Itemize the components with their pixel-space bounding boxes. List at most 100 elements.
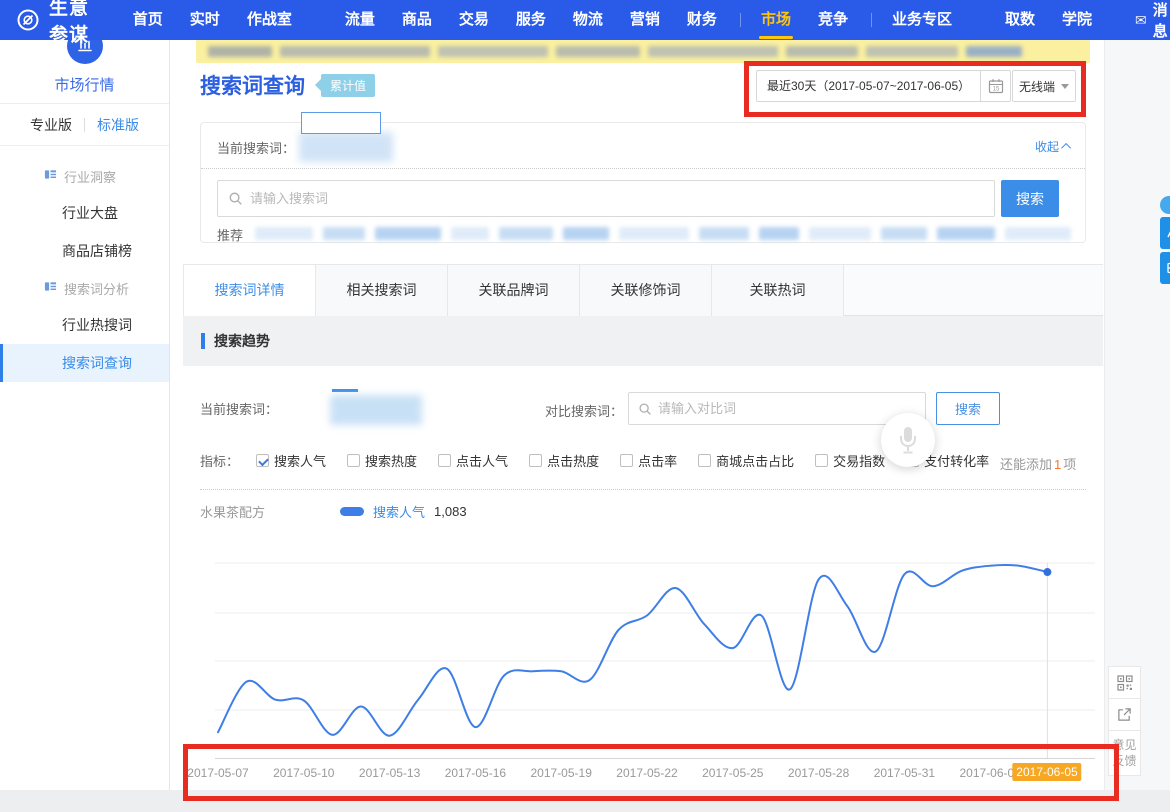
metric-checkbox-item[interactable]: 点击人气 bbox=[438, 451, 508, 470]
blurred-recommend-word[interactable] bbox=[255, 227, 313, 240]
tab[interactable]: 相关搜索词 bbox=[316, 265, 448, 317]
blurred-recommend-word[interactable] bbox=[375, 227, 441, 240]
nav-item[interactable]: 实时 bbox=[190, 0, 220, 40]
metric-checkbox-item[interactable]: 商城点击占比 bbox=[698, 451, 794, 470]
nav-divider bbox=[871, 13, 872, 27]
chart-legend: 水果茶配方 搜索人气 1,083 bbox=[200, 500, 467, 522]
search-button[interactable]: 搜索 bbox=[1001, 180, 1059, 217]
checkbox-icon[interactable] bbox=[529, 454, 542, 467]
trend-chart[interactable] bbox=[215, 548, 1095, 760]
blurred-recommend-word[interactable] bbox=[699, 227, 749, 240]
blurred-text bbox=[786, 46, 858, 57]
share-button[interactable] bbox=[1109, 699, 1140, 731]
metrics-label: 指标： bbox=[200, 451, 239, 470]
promo-widget-icon[interactable] bbox=[1160, 217, 1170, 249]
sidebar-item[interactable]: 行业热搜词 bbox=[0, 306, 169, 344]
axis-tick-label: 2017-05-22 bbox=[616, 766, 677, 780]
terminal-dropdown[interactable]: 无线端 bbox=[1012, 70, 1076, 102]
blurred-recommend-word[interactable] bbox=[563, 227, 609, 240]
metric-checkbox-item[interactable]: 交易指数 bbox=[815, 451, 885, 470]
sidebar-item[interactable]: 搜索词查询 bbox=[0, 344, 169, 382]
metric-checkbox-item[interactable]: 搜索人气 bbox=[256, 451, 326, 470]
checkbox-icon[interactable] bbox=[815, 454, 828, 467]
tab[interactable]: 关联修饰词 bbox=[580, 265, 712, 317]
sidebar-item[interactable]: 行业大盘 bbox=[0, 194, 169, 232]
date-range-selector[interactable]: 最近30天（2017-05-07~2017-06-05） 15 bbox=[756, 70, 1011, 102]
nav-item[interactable]: 业务专区 bbox=[892, 0, 952, 40]
blurred-text bbox=[438, 46, 548, 57]
nav-item[interactable]: 服务 bbox=[516, 0, 546, 40]
legend-series-marker[interactable] bbox=[340, 507, 364, 516]
metric-checkbox-item[interactable]: 点击率 bbox=[620, 451, 677, 470]
checkbox-icon[interactable] bbox=[698, 454, 711, 467]
nav-item[interactable]: 交易 bbox=[459, 0, 489, 40]
sidebar-item[interactable]: 商品店铺榜 bbox=[0, 232, 169, 270]
qrcode-button[interactable] bbox=[1109, 667, 1140, 699]
notice-banner[interactable] bbox=[196, 40, 1090, 63]
blurred-recommend-word[interactable] bbox=[881, 227, 927, 240]
search-input-wrap bbox=[217, 180, 995, 217]
nav-item[interactable]: 商品 bbox=[402, 0, 432, 40]
nav-message[interactable]: ✉ 消息 bbox=[1135, 0, 1170, 41]
blurred-recommend-word[interactable] bbox=[451, 227, 489, 240]
nav-item[interactable]: 物流 bbox=[573, 0, 603, 40]
recommend-words-blurred[interactable] bbox=[255, 227, 1081, 243]
metric-label: 点击热度 bbox=[547, 451, 599, 470]
checkbox-icon[interactable] bbox=[347, 454, 360, 467]
compare-input[interactable] bbox=[658, 401, 916, 416]
compare-search-button[interactable]: 搜索 bbox=[936, 392, 1000, 425]
sidebar-group-text: 搜索词分析 bbox=[64, 279, 129, 298]
nav-item[interactable]: 流量 bbox=[345, 0, 375, 40]
nav-item[interactable]: 竞争 bbox=[818, 0, 848, 40]
blurred-recommend-word[interactable] bbox=[499, 227, 553, 240]
collapse-toggle[interactable]: 收起 bbox=[1035, 138, 1071, 155]
nav-item[interactable]: 取数 bbox=[1005, 0, 1035, 40]
tab[interactable]: 关联热词 bbox=[712, 265, 844, 317]
last-point-marker[interactable] bbox=[1043, 568, 1051, 576]
blurred-recommend-word[interactable] bbox=[759, 227, 799, 240]
collapse-label: 收起 bbox=[1035, 138, 1059, 155]
microphone-fab[interactable] bbox=[881, 413, 935, 467]
nav-item[interactable]: 作战室 bbox=[247, 0, 292, 40]
promo-widget-icon[interactable] bbox=[1160, 252, 1170, 284]
calendar-icon[interactable]: 15 bbox=[980, 71, 1010, 101]
recommend-row: 推荐 bbox=[217, 225, 1081, 244]
nav-item[interactable]: 财务 bbox=[687, 0, 717, 40]
blurred-text bbox=[208, 46, 272, 57]
checkbox-icon[interactable] bbox=[620, 454, 633, 467]
promo-widget[interactable] bbox=[1150, 196, 1170, 284]
checkbox-icon[interactable] bbox=[438, 454, 451, 467]
dotted-divider bbox=[200, 489, 1086, 490]
sycm-logo-icon bbox=[16, 8, 40, 32]
tab[interactable]: 搜索词详情 bbox=[184, 265, 316, 317]
metric-label: 搜索热度 bbox=[365, 451, 417, 470]
blurred-recommend-word[interactable] bbox=[937, 227, 995, 240]
blurred-text bbox=[866, 46, 958, 57]
current-word-chip[interactable] bbox=[301, 112, 381, 134]
trend-current-word-blurred bbox=[330, 395, 422, 425]
blurred-recommend-word[interactable] bbox=[1005, 227, 1071, 240]
feedback-button[interactable]: 意见反馈 bbox=[1109, 731, 1140, 775]
checkbox-icon[interactable] bbox=[256, 454, 269, 467]
tab[interactable]: 关联品牌词 bbox=[448, 265, 580, 317]
trend-section-header: 搜索趋势 bbox=[183, 316, 1103, 366]
metric-checkbox-item[interactable]: 点击热度 bbox=[529, 451, 599, 470]
compare-word-label: 对比搜索词： bbox=[545, 401, 623, 420]
nav-item[interactable]: 学院 bbox=[1062, 0, 1092, 40]
blurred-recommend-word[interactable] bbox=[619, 227, 689, 240]
trend-section-title: 搜索趋势 bbox=[214, 331, 270, 351]
nav-item[interactable]: 市场 bbox=[761, 0, 791, 40]
version-current[interactable]: 专业版 bbox=[30, 115, 72, 135]
nav-item[interactable]: 营销 bbox=[630, 0, 660, 40]
version-switch[interactable]: 标准版 bbox=[97, 115, 139, 135]
blurred-recommend-word[interactable] bbox=[323, 227, 365, 240]
legend-metric-name[interactable]: 搜索人气 bbox=[373, 502, 425, 521]
blurred-text bbox=[648, 46, 778, 57]
highlighted-date-chip: 2017-06-05 bbox=[1012, 763, 1081, 781]
nav-item[interactable]: 首页 bbox=[133, 0, 163, 40]
blurred-recommend-word[interactable] bbox=[809, 227, 871, 240]
brand[interactable]: 生意参谋 bbox=[16, 0, 99, 47]
search-input[interactable] bbox=[250, 191, 984, 206]
metric-checkbox-item[interactable]: 搜索热度 bbox=[347, 451, 417, 470]
add-more-hint: 还能添加1项 bbox=[1000, 454, 1076, 473]
